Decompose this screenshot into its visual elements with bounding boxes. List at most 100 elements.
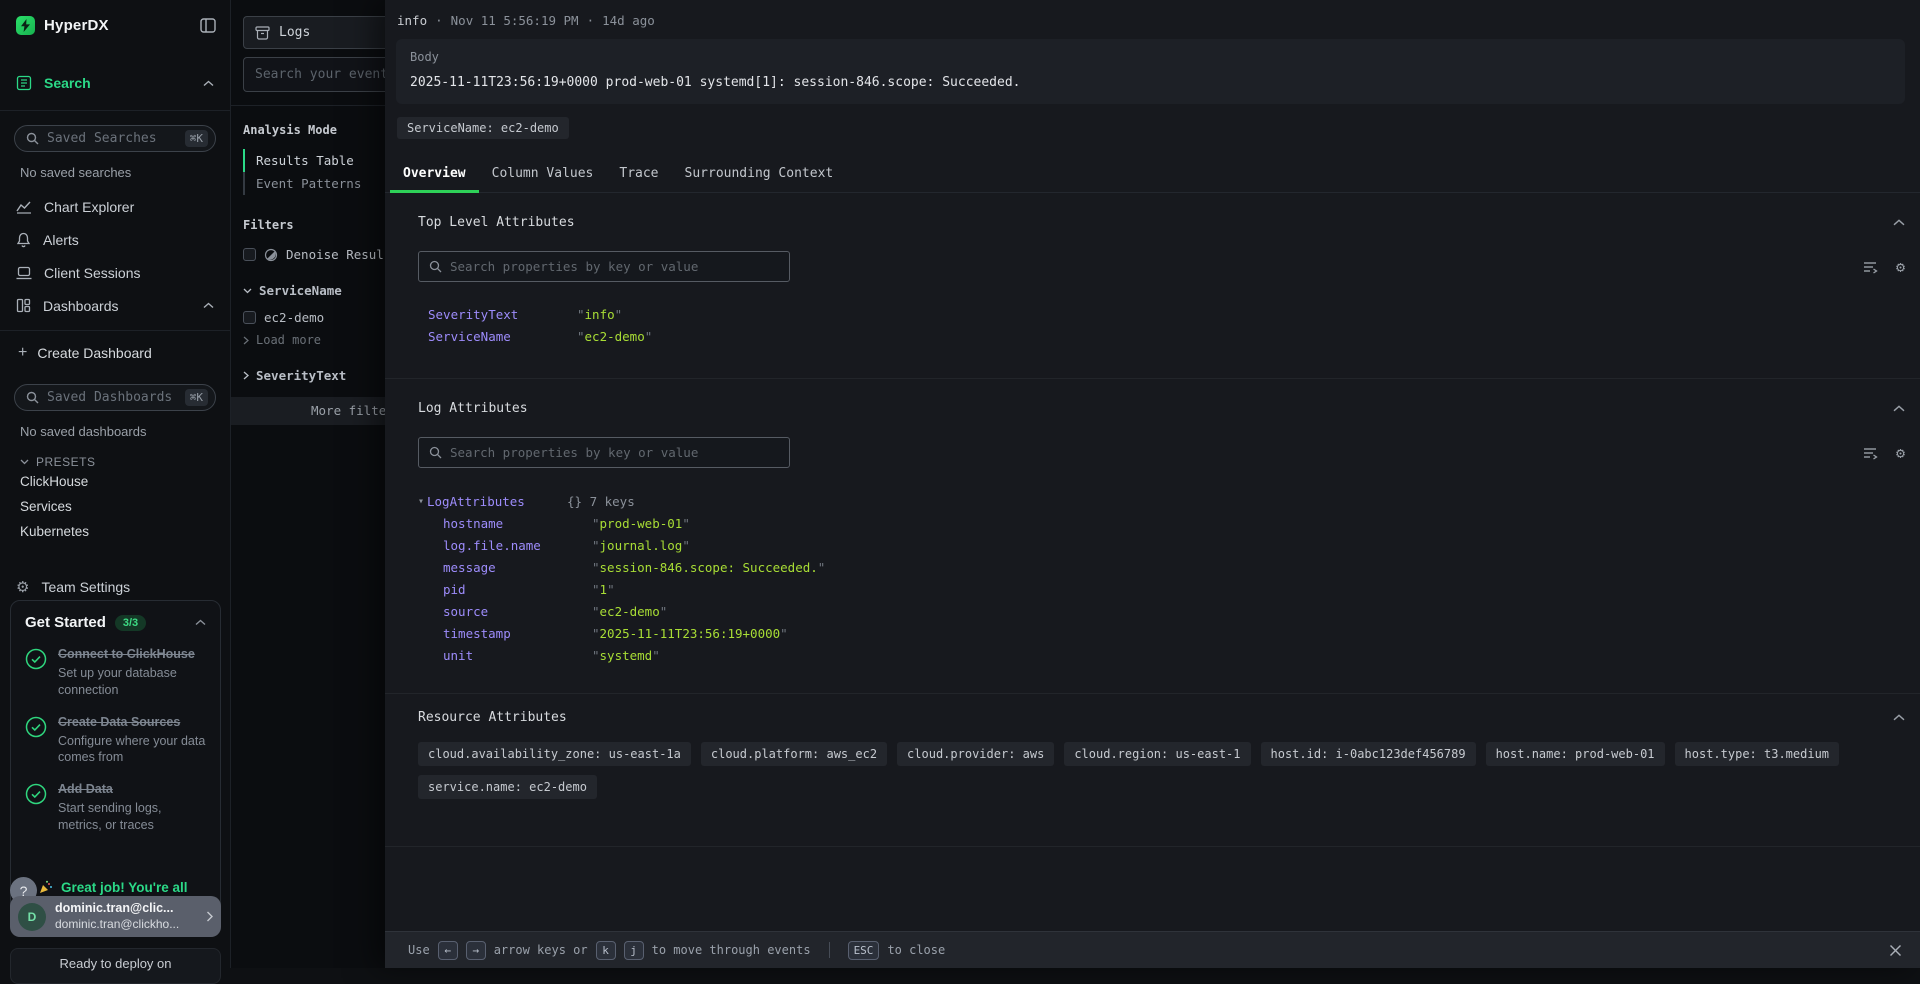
resource-chip[interactable]: host.id: i-0abc123def456789 bbox=[1261, 742, 1476, 766]
user-email: dominic.tran@clickho... bbox=[55, 917, 179, 932]
resource-chip[interactable]: cloud.availability_zone: us-east-1a bbox=[418, 742, 691, 766]
property-search-input[interactable] bbox=[450, 445, 779, 460]
attribute-value[interactable]: ec2-demo bbox=[577, 326, 652, 348]
divider bbox=[829, 942, 830, 958]
deploy-teaser-card[interactable]: Ready to deploy on bbox=[10, 948, 221, 984]
chevron-up-icon[interactable] bbox=[203, 80, 214, 87]
section-header[interactable]: Resource Attributes bbox=[418, 694, 1905, 725]
preset-kubernetes[interactable]: Kubernetes bbox=[0, 519, 230, 544]
load-more-button[interactable]: Load more bbox=[243, 333, 385, 347]
resource-chip[interactable]: cloud.region: us-east-1 bbox=[1064, 742, 1250, 766]
attribute-key[interactable]: source bbox=[443, 601, 592, 623]
preset-services[interactable]: Services bbox=[0, 494, 230, 519]
event-search-input[interactable] bbox=[243, 57, 385, 92]
sidebar-item-team-settings[interactable]: ⚙ Team Settings bbox=[0, 570, 230, 603]
attribute-key[interactable]: message bbox=[443, 557, 592, 579]
attribute-row[interactable]: hostname prod-web-01 bbox=[443, 513, 1905, 535]
service-name-chip[interactable]: ServiceName: ec2-demo bbox=[397, 117, 569, 139]
attribute-value[interactable]: 2025-11-11T23:56:19+0000 bbox=[592, 623, 788, 645]
attribute-value[interactable]: systemd bbox=[592, 645, 660, 667]
event-header: info · Nov 11 5:56:19 PM · 14d ago bbox=[385, 0, 1920, 28]
attribute-value[interactable]: session-846.scope: Succeeded. bbox=[592, 557, 825, 579]
line-format-icon[interactable] bbox=[1863, 446, 1879, 460]
analysis-mode-label: Analysis Mode bbox=[243, 123, 385, 137]
sidebar-item-chart-explorer[interactable]: Chart Explorer bbox=[0, 190, 230, 223]
attribute-value[interactable]: 1 bbox=[592, 579, 615, 601]
mode-results-table[interactable]: Results Table bbox=[243, 149, 385, 172]
saved-searches-input[interactable]: Saved Searches ⌘K bbox=[14, 125, 216, 152]
filter-group-servicename[interactable]: ServiceName bbox=[243, 283, 385, 298]
attribute-row[interactable]: pid 1 bbox=[443, 579, 1905, 601]
section-header[interactable]: Top Level Attributes bbox=[418, 193, 1905, 230]
attribute-row[interactable]: log.file.name journal.log bbox=[443, 535, 1905, 557]
property-search-input[interactable] bbox=[450, 259, 779, 274]
collapse-sidebar-icon[interactable] bbox=[200, 18, 216, 33]
attribute-key[interactable]: pid bbox=[443, 579, 592, 601]
sidebar-item-search[interactable]: Search bbox=[0, 64, 230, 102]
attribute-value[interactable]: ec2-demo bbox=[592, 601, 667, 623]
filter-value-ec2-demo[interactable]: ec2-demo bbox=[243, 310, 385, 325]
attribute-row[interactable]: unit systemd bbox=[443, 645, 1905, 667]
saved-dashboards-input[interactable]: Saved Dashboards ⌘K bbox=[14, 384, 216, 411]
chevron-up-icon[interactable] bbox=[203, 302, 214, 309]
resource-chip[interactable]: host.name: prod-web-01 bbox=[1486, 742, 1665, 766]
mode-event-patterns[interactable]: Event Patterns bbox=[243, 172, 385, 195]
attribute-value[interactable]: info bbox=[577, 304, 622, 326]
gear-icon[interactable]: ⚙ bbox=[1896, 444, 1905, 462]
sidebar-item-client-sessions[interactable]: Client Sessions bbox=[0, 256, 230, 289]
line-format-icon[interactable] bbox=[1863, 260, 1879, 274]
user-menu[interactable]: D dominic.tran@clic... dominic.tran@clic… bbox=[10, 896, 221, 937]
chevron-up-icon[interactable] bbox=[1893, 714, 1905, 721]
attribute-key[interactable]: ServiceName bbox=[428, 326, 577, 348]
more-filters-button[interactable]: More filte bbox=[231, 397, 385, 425]
attribute-key[interactable]: hostname bbox=[443, 513, 592, 535]
attribute-key[interactable]: unit bbox=[443, 645, 592, 667]
attribute-row[interactable]: SeverityText info bbox=[428, 304, 1905, 326]
attribute-key[interactable]: log.file.name bbox=[443, 535, 592, 557]
chevron-up-icon[interactable] bbox=[195, 619, 206, 626]
checkbox[interactable] bbox=[243, 311, 256, 324]
chevron-up-icon[interactable] bbox=[1893, 219, 1905, 226]
resource-chip[interactable]: cloud.platform: aws_ec2 bbox=[701, 742, 887, 766]
task-connect-clickhouse[interactable]: Connect to ClickHouse Set up your databa… bbox=[25, 646, 206, 699]
property-search[interactable] bbox=[418, 251, 790, 282]
close-icon[interactable] bbox=[1889, 944, 1902, 957]
tab-trace[interactable]: Trace bbox=[606, 158, 671, 193]
party-popper-icon bbox=[38, 880, 53, 895]
presets-toggle[interactable]: PRESETS bbox=[20, 455, 230, 469]
source-selector-button[interactable]: Logs bbox=[243, 16, 385, 49]
sidebar-item-alerts[interactable]: Alerts bbox=[0, 223, 230, 256]
create-dashboard-button[interactable]: + Create Dashboard bbox=[0, 336, 230, 370]
attribute-value[interactable]: journal.log bbox=[592, 535, 690, 557]
caret-down-icon[interactable]: ▾ bbox=[418, 491, 427, 513]
tab-surrounding-context[interactable]: Surrounding Context bbox=[672, 158, 847, 193]
sidebar-item-dashboards[interactable]: Dashboards bbox=[0, 289, 230, 322]
filter-group-severitytext[interactable]: SeverityText bbox=[243, 368, 385, 383]
attribute-row[interactable]: ServiceName ec2-demo bbox=[428, 326, 1905, 348]
filter-group-label: ServiceName bbox=[259, 283, 342, 298]
attribute-key[interactable]: SeverityText bbox=[428, 304, 577, 326]
attribute-row[interactable]: timestamp 2025-11-11T23:56:19+0000 bbox=[443, 623, 1905, 645]
task-create-data-sources[interactable]: Create Data Sources Configure where your… bbox=[25, 714, 206, 767]
preset-clickhouse[interactable]: ClickHouse bbox=[0, 469, 230, 494]
attribute-key[interactable]: timestamp bbox=[443, 623, 592, 645]
resource-chip[interactable]: host.type: t3.medium bbox=[1675, 742, 1840, 766]
attribute-row[interactable]: source ec2-demo bbox=[443, 601, 1905, 623]
resource-chip[interactable]: cloud.provider: aws bbox=[897, 742, 1054, 766]
gear-icon[interactable]: ⚙ bbox=[1896, 258, 1905, 276]
tree-root-key[interactable]: LogAttributes bbox=[427, 491, 567, 513]
create-dashboard-label: Create Dashboard bbox=[37, 345, 151, 361]
checkbox[interactable] bbox=[243, 248, 256, 261]
get-started-header[interactable]: Get Started 3/3 bbox=[25, 614, 206, 631]
property-search[interactable] bbox=[418, 437, 790, 468]
section-header[interactable]: Log Attributes bbox=[418, 379, 1905, 416]
task-add-data[interactable]: Add Data Start sending logs, metrics, or… bbox=[25, 781, 206, 834]
resource-chip[interactable]: service.name: ec2-demo bbox=[418, 775, 597, 799]
tab-column-values[interactable]: Column Values bbox=[479, 158, 607, 193]
denoise-results-checkbox-row[interactable]: Denoise Resul bbox=[243, 247, 385, 262]
attribute-value[interactable]: prod-web-01 bbox=[592, 513, 690, 535]
tree-root-row[interactable]: ▾ LogAttributes {} 7 keys bbox=[418, 491, 1905, 513]
attribute-row[interactable]: message session-846.scope: Succeeded. bbox=[443, 557, 1905, 579]
chevron-up-icon[interactable] bbox=[1893, 405, 1905, 412]
tab-overview[interactable]: Overview bbox=[390, 158, 479, 193]
